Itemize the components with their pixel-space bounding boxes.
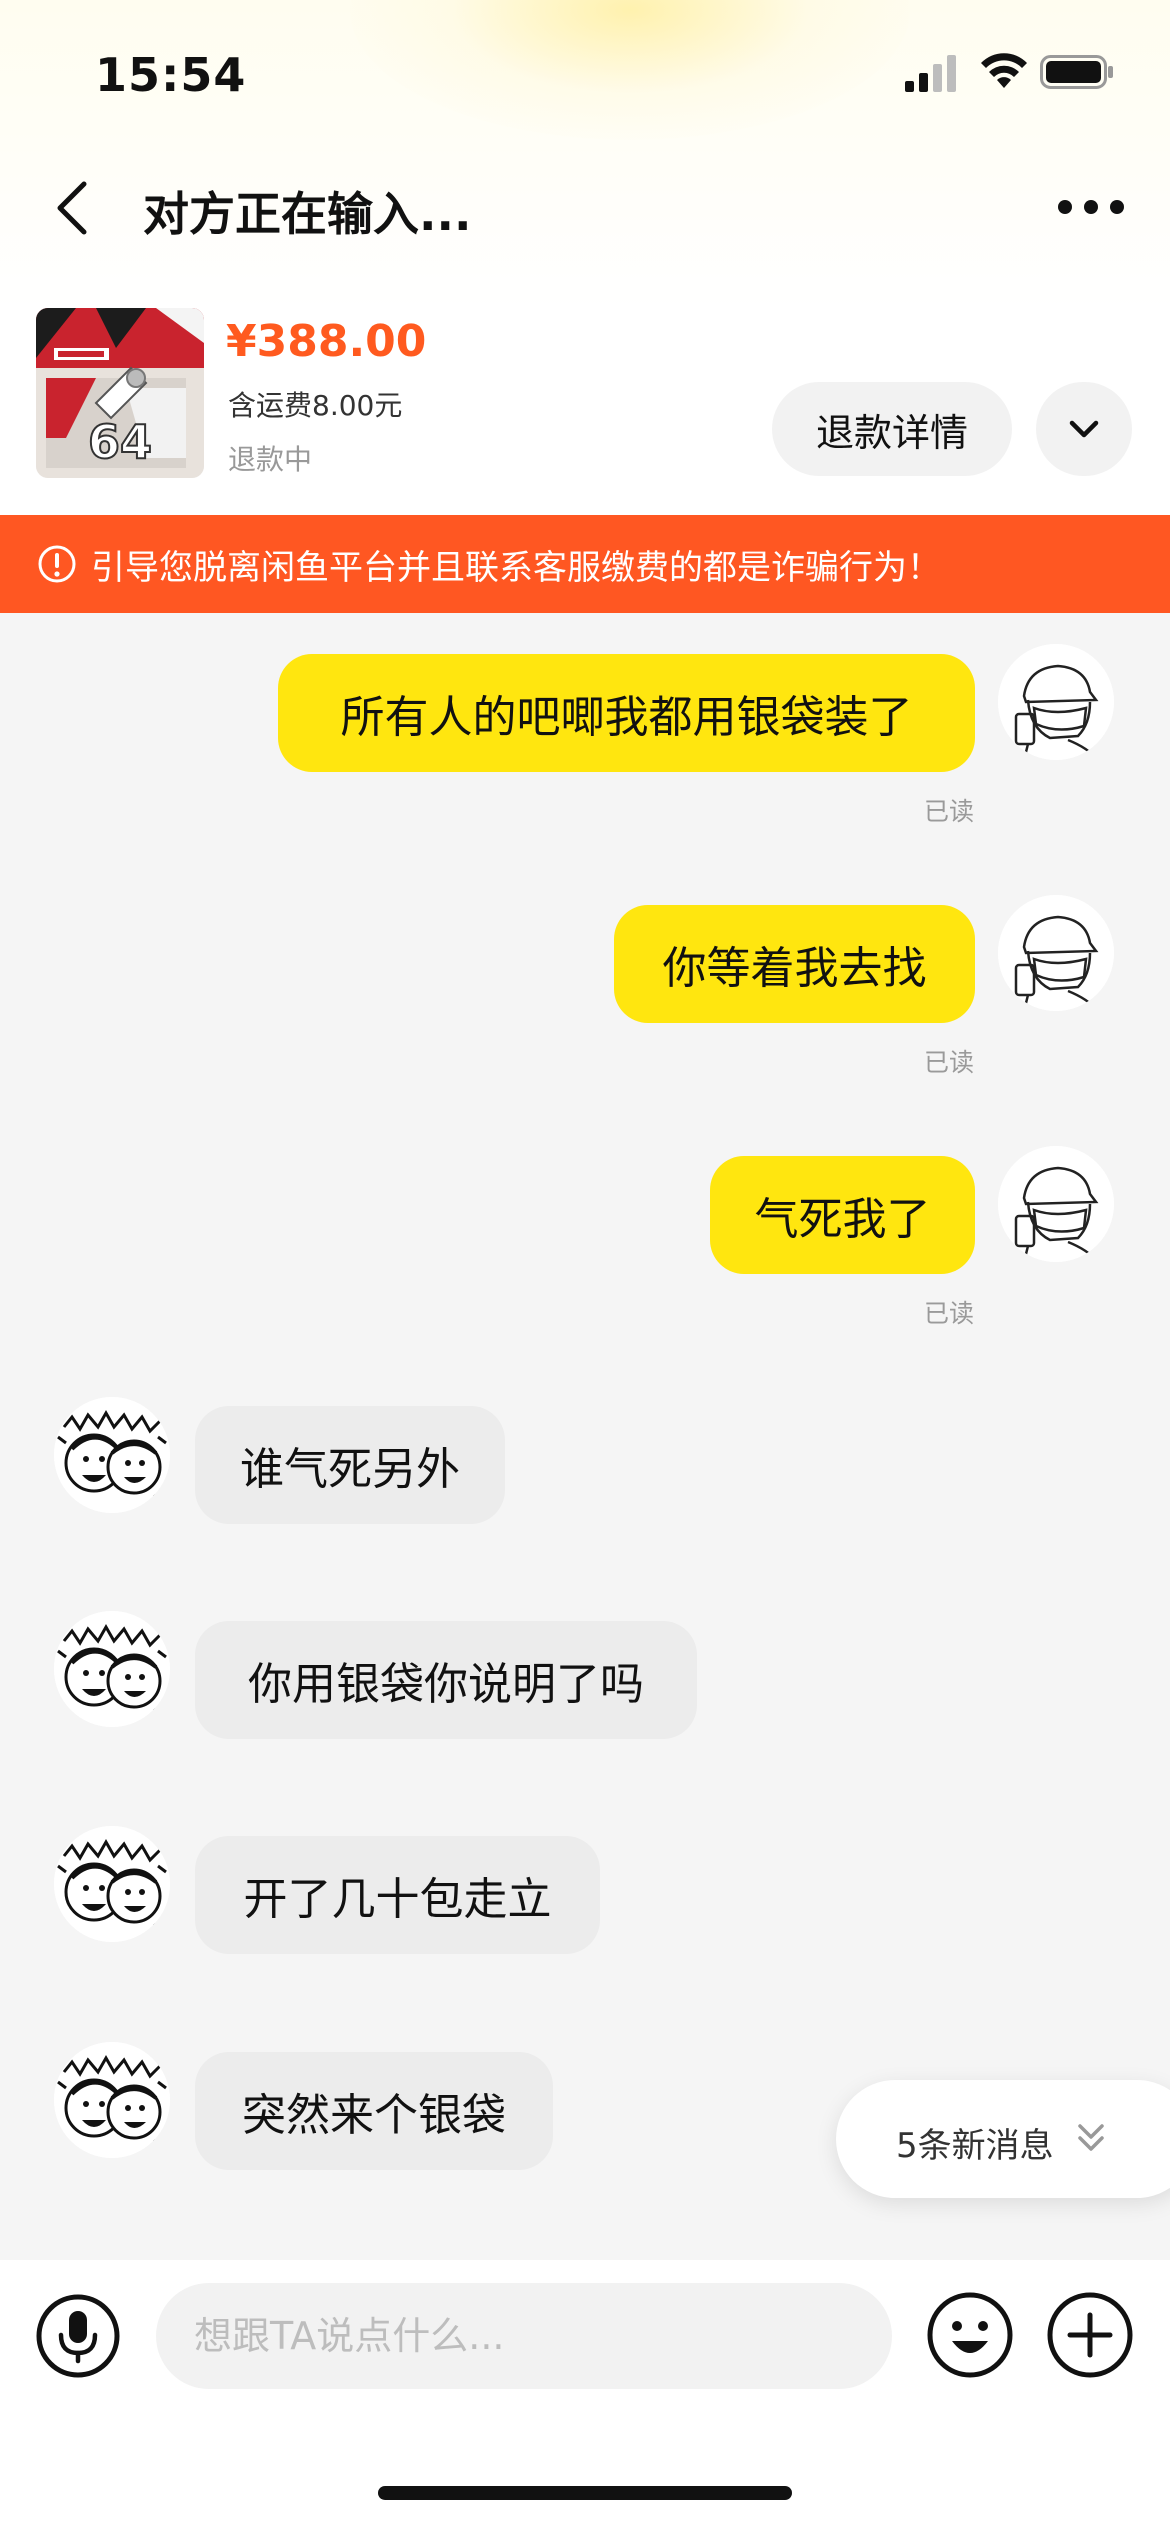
- contact-avatar[interactable]: [54, 1826, 170, 1942]
- alert-circle-icon: [38, 545, 76, 583]
- read-receipt: 已读: [924, 797, 975, 826]
- home-indicator[interactable]: [378, 2486, 792, 2500]
- microphone-icon[interactable]: [35, 2293, 121, 2379]
- new-messages-label: 5条新消息: [896, 2126, 1054, 2166]
- message-bubble-sent[interactable]: 气死我了: [710, 1156, 975, 1274]
- status-time: 15:54: [95, 48, 247, 102]
- fraud-warning-banner: 引导您脱离闲鱼平台并且联系客服缴费的都是诈骗行为！: [0, 515, 1170, 613]
- signal-icon: [905, 55, 956, 92]
- contact-avatar[interactable]: [54, 2042, 170, 2158]
- refund-status: 退款中: [228, 443, 313, 476]
- contact-avatar[interactable]: [54, 1611, 170, 1727]
- new-messages-button[interactable]: 5条新消息: [836, 2080, 1170, 2198]
- contact-avatar[interactable]: [54, 1397, 170, 1513]
- my-avatar[interactable]: [998, 1146, 1114, 1262]
- product-price: ¥388.00: [226, 316, 427, 367]
- header-glow: [350, 0, 910, 140]
- plus-icon[interactable]: [1046, 2291, 1134, 2379]
- more-dots-icon[interactable]: [1055, 195, 1127, 219]
- shipping-fee: 含运费8.00元: [228, 389, 403, 422]
- chevron-down-icon: [1069, 420, 1099, 438]
- back-button[interactable]: [48, 178, 98, 238]
- warning-text: 引导您脱离闲鱼平台并且联系客服缴费的都是诈骗行为！: [91, 547, 941, 588]
- message-bubble-sent[interactable]: 你等着我去找: [614, 905, 975, 1023]
- battery-icon: [1040, 55, 1113, 89]
- double-chevron-down-icon: [1078, 2124, 1104, 2151]
- expand-button[interactable]: [1036, 382, 1132, 476]
- message-bubble-received[interactable]: 谁气死另外: [195, 1406, 505, 1524]
- nav-title: 对方正在输入...: [143, 187, 472, 241]
- read-receipt: 已读: [924, 1048, 975, 1077]
- my-avatar[interactable]: [998, 644, 1114, 760]
- message-bubble-received[interactable]: 你用银袋你说明了吗: [195, 1621, 697, 1739]
- read-receipt: 已读: [924, 1299, 975, 1328]
- message-bubble-sent[interactable]: 所有人的吧唧我都用银袋装了: [278, 654, 975, 772]
- product-thumbnail[interactable]: 64: [36, 308, 204, 478]
- my-avatar[interactable]: [998, 895, 1114, 1011]
- wifi-icon: [981, 53, 1027, 88]
- svg-text:64: 64: [88, 415, 152, 469]
- message-bubble-received[interactable]: 突然来个银袋: [195, 2052, 553, 2170]
- message-input[interactable]: [156, 2283, 892, 2389]
- refund-details-button[interactable]: 退款详情: [772, 382, 1012, 476]
- message-bubble-received[interactable]: 开了几十包走立: [195, 1836, 600, 1954]
- emoji-icon[interactable]: [926, 2291, 1014, 2379]
